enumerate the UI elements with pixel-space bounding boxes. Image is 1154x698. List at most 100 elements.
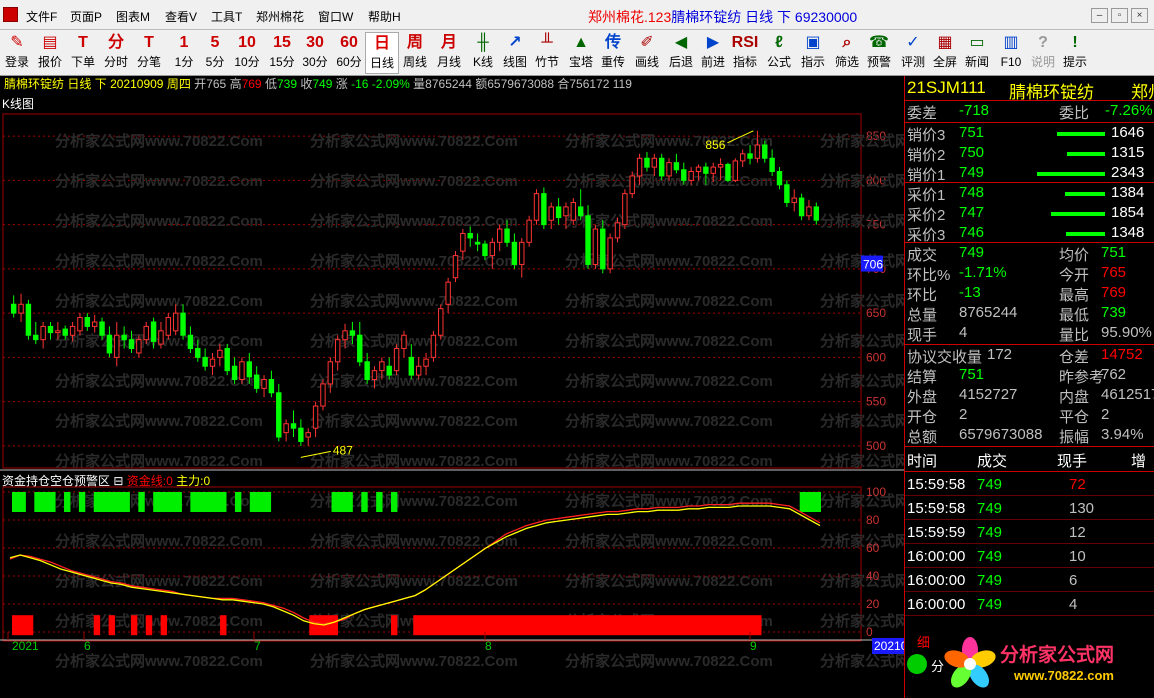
toolbar-btn-15[interactable]: ↗ 线图 xyxy=(498,32,532,74)
warning-bar-green xyxy=(331,492,353,512)
toolbar-btn-20[interactable]: ◀ 后退 xyxy=(664,32,698,74)
toolbar-btn-24[interactable]: ▣ 指示 xyxy=(796,32,830,74)
bid-row: 采价3 746 1348 xyxy=(907,224,1145,244)
toolbar-icon-14: ╫ xyxy=(477,34,489,51)
toolbar-icon-11: 日 xyxy=(373,35,390,52)
menu-file[interactable]: 文件F xyxy=(26,8,57,25)
ask-row: 销价3 751 1646 xyxy=(907,124,1145,144)
toolbar-btn-11[interactable]: 日日线 xyxy=(365,32,399,74)
menu-chart[interactable]: 图表M xyxy=(116,8,150,25)
warning-bar-red xyxy=(130,615,138,636)
toolbar-label-5: 1分 xyxy=(174,55,194,69)
toolbar-btn-21[interactable]: ▶ 前进 xyxy=(696,32,730,74)
toolbar-label-28: 全屏 xyxy=(932,55,957,69)
watermark: 分析家公式网www.70822.Com xyxy=(310,332,518,350)
toolbar-btn-16[interactable]: ╨ 竹节 xyxy=(530,32,564,74)
candle-body xyxy=(114,334,120,358)
toolbar-btn-19[interactable]: ✐ 画线 xyxy=(630,32,664,74)
menu-page[interactable]: 页面P xyxy=(70,8,102,25)
warning-bar-red xyxy=(12,615,34,636)
menu-zz-cotton[interactable]: 郑州棉花 xyxy=(256,8,304,25)
tick-row: 15:59:58 749 72 xyxy=(905,472,1154,496)
candle-body xyxy=(614,222,621,239)
watermark: 分析家公式网www.70822.Com xyxy=(820,292,904,310)
ask-row: 销价2 750 1315 xyxy=(907,144,1145,164)
toolbar-btn-18[interactable]: 传重传 xyxy=(596,32,630,74)
toolbar-btn-10[interactable]: 60 60分 xyxy=(332,32,366,74)
candle-body xyxy=(202,356,208,367)
close-button[interactable]: × xyxy=(1131,8,1148,23)
toolbar-btn-29[interactable]: ▭ 新闻 xyxy=(960,32,994,74)
minimize-button[interactable]: – xyxy=(1091,8,1108,23)
toolbar-btn-32[interactable]: ! 提示 xyxy=(1058,32,1092,74)
high-label: 856 xyxy=(705,138,725,152)
toolbar-btn-26[interactable]: ☎ 预警 xyxy=(862,32,896,74)
toolbar-icon-7: 10 xyxy=(238,34,256,51)
warning-bar-green xyxy=(153,492,182,512)
toolbar-icon-22: RSI xyxy=(731,34,759,51)
candle-body xyxy=(143,325,149,341)
candle-body xyxy=(791,197,797,203)
toolbar-btn-31[interactable]: ? 说明 xyxy=(1026,32,1060,74)
candle-body xyxy=(158,330,164,345)
candle-body xyxy=(320,383,326,407)
toolbar-btn-8[interactable]: 15 15分 xyxy=(265,32,299,74)
toolbar-btn-28[interactable]: ▦ 全屏 xyxy=(928,32,962,74)
toolbar-icon-18: 传 xyxy=(604,34,621,51)
candle-body xyxy=(666,162,672,177)
toolbar-btn-12[interactable]: 周周线 xyxy=(398,32,432,74)
tick-col-header: 时间 xyxy=(907,453,938,470)
toolbar-btn-6[interactable]: 5 5分 xyxy=(198,32,232,74)
watermark: 分析家公式网www.70822.Com xyxy=(565,372,773,390)
toolbar-label-0: 登录 xyxy=(4,55,29,69)
ind-tick: 100 xyxy=(866,485,886,499)
candle-body xyxy=(55,330,61,334)
toolbar-btn-13[interactable]: 月月线 xyxy=(432,32,466,74)
menu-help[interactable]: 帮助H xyxy=(368,8,401,25)
watermark: 分析家公式网www.70822.Com xyxy=(310,652,518,670)
candle-body xyxy=(334,339,341,363)
toolbar-btn-1[interactable]: ▤ 报价 xyxy=(33,32,67,74)
toolbar-btn-30[interactable]: ▥ F10 xyxy=(994,32,1028,74)
candle-body xyxy=(467,232,473,239)
candle-body xyxy=(629,175,635,195)
candle-body xyxy=(769,157,775,173)
toolbar-btn-25[interactable]: ⌕ 筛选 xyxy=(830,32,864,74)
menu-view[interactable]: 查看V xyxy=(165,8,197,25)
toolbar-btn-4[interactable]: T 分笔 xyxy=(132,32,166,74)
stat-row: 总量 8765244 最低 739 xyxy=(907,304,1127,324)
watermark: 分析家公式网www.70822.Com xyxy=(820,372,904,390)
toolbar-btn-23[interactable]: ℓ 公式 xyxy=(762,32,796,74)
candle-body xyxy=(136,339,142,354)
toolbar-btn-0[interactable]: ✎ 登录 xyxy=(0,32,34,74)
toolbar-btn-17[interactable]: ▲ 宝塔 xyxy=(564,32,598,74)
chart-area[interactable]: 850800750700650600550500分析家公式网www.70822.… xyxy=(0,94,904,698)
toolbar-btn-27[interactable]: ✓ 评测 xyxy=(896,32,930,74)
toolbar-btn-14[interactable]: ╫ K线 xyxy=(466,32,500,74)
warning-bar-red xyxy=(160,615,168,636)
tab-detail[interactable]: 细 xyxy=(917,632,930,651)
price-tick: 600 xyxy=(866,350,886,364)
toolbar-label-25: 筛选 xyxy=(834,55,859,69)
warning-bar-green xyxy=(78,492,86,512)
restore-button[interactable]: ▫ xyxy=(1111,8,1128,23)
candle-body xyxy=(592,228,599,265)
status-light xyxy=(907,654,927,674)
toolbar-btn-22[interactable]: RSI 指标 xyxy=(728,32,762,74)
menu-tools[interactable]: 工具T xyxy=(211,8,242,25)
toolbar-btn-7[interactable]: 10 10分 xyxy=(230,32,264,74)
candle-body xyxy=(408,356,415,376)
order-imbalance-row: 委差 -718 委比 -7.26% xyxy=(907,102,1153,122)
info-bar: 腈棉环锭纺 日线 下 20210909 周四 开765 高769 低739 收7… xyxy=(4,77,632,91)
toolbar-btn-9[interactable]: 30 30分 xyxy=(298,32,332,74)
tick-row: 15:59:59 749 12 xyxy=(905,520,1154,544)
candle-body xyxy=(563,206,569,217)
menu-window[interactable]: 窗口W xyxy=(318,8,353,25)
toolbar-btn-5[interactable]: 1 1分 xyxy=(167,32,201,74)
toolbar-icon-20: ◀ xyxy=(674,34,688,51)
warning-bar-red xyxy=(220,615,227,636)
toolbar-btn-2[interactable]: T 下单 xyxy=(66,32,100,74)
candle-body xyxy=(62,328,68,336)
app-icon[interactable] xyxy=(3,7,18,22)
toolbar-btn-3[interactable]: 分分时 xyxy=(99,32,133,74)
